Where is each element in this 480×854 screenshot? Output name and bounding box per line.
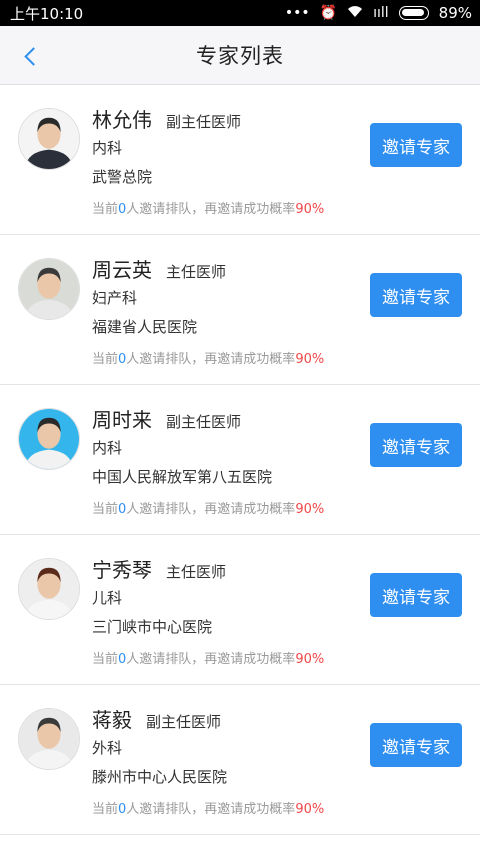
expert-card[interactable]: 林允伟 副主任医师 内科 武警总院 当前0人邀请排队，再邀请成功概率90% 邀请… — [0, 85, 480, 235]
avatar — [18, 108, 80, 170]
chevron-left-icon — [23, 46, 43, 66]
queue-middle: 人邀请排队，再邀请成功概率 — [126, 652, 296, 667]
expert-name: 林允伟 — [92, 108, 152, 132]
battery-percent: 89% — [438, 4, 472, 22]
name-row: 林允伟 副主任医师 — [92, 104, 241, 133]
expert-card[interactable]: 蒋毅 副主任医师 外科 滕州市中心人民医院 当前0人邀请排队，再邀请成功概率90… — [0, 685, 480, 835]
name-row: 周时来 副主任医师 — [92, 404, 241, 433]
avatar — [18, 708, 80, 770]
expert-card[interactable]: 周云英 主任医师 妇产科 福建省人民医院 当前0人邀请排队，再邀请成功概率90%… — [0, 235, 480, 385]
department: 儿科 — [92, 589, 123, 607]
invite-expert-button[interactable]: 邀请专家 — [370, 573, 462, 617]
queue-info: 当前0人邀请排队，再邀请成功概率90% — [92, 348, 324, 367]
page-title: 专家列表 — [196, 44, 284, 68]
expert-name: 蒋毅 — [92, 708, 132, 732]
queue-middle: 人邀请排队，再邀请成功概率 — [126, 502, 296, 517]
hospital: 中国人民解放军第八五医院 — [92, 468, 273, 486]
expert-name: 周云英 — [92, 258, 152, 282]
hospital: 三门峡市中心医院 — [92, 618, 213, 636]
department: 内科 — [92, 439, 123, 457]
expert-title: 主任医师 — [166, 563, 227, 581]
queue-middle: 人邀请排队，再邀请成功概率 — [126, 352, 296, 367]
more-dots-icon: ••• — [284, 5, 310, 21]
status-icons: ••• ⏰ ııll 89% — [285, 4, 472, 22]
expert-name: 周时来 — [92, 408, 152, 432]
queue-info: 当前0人邀请排队，再邀请成功概率90% — [92, 648, 324, 667]
queue-info: 当前0人邀请排队，再邀请成功概率90% — [92, 198, 324, 217]
invite-expert-button[interactable]: 邀请专家 — [370, 123, 462, 167]
name-row: 蒋毅 副主任医师 — [92, 704, 221, 733]
queue-info: 当前0人邀请排队，再邀请成功概率90% — [92, 498, 324, 517]
department: 妇产科 — [92, 289, 138, 307]
avatar — [18, 258, 80, 320]
expert-title: 副主任医师 — [146, 713, 222, 731]
wifi-icon — [347, 5, 363, 21]
department: 内科 — [92, 139, 123, 157]
expert-title: 主任医师 — [166, 263, 227, 281]
success-rate: 90% — [295, 202, 325, 217]
expert-title: 副主任医师 — [166, 413, 242, 431]
queue-prefix: 当前 — [92, 352, 119, 367]
queue-info: 当前0人邀请排队，再邀请成功概率90% — [92, 798, 324, 817]
battery-icon — [398, 6, 429, 20]
name-row: 宁秀琴 主任医师 — [92, 554, 226, 583]
success-rate: 90% — [295, 652, 325, 667]
success-rate: 90% — [295, 502, 325, 517]
expert-name: 宁秀琴 — [92, 558, 152, 582]
avatar — [18, 558, 80, 620]
department: 外科 — [92, 739, 123, 757]
invite-expert-button[interactable]: 邀请专家 — [370, 423, 462, 467]
success-rate: 90% — [295, 802, 325, 817]
hospital: 福建省人民医院 — [92, 318, 198, 336]
success-rate: 90% — [295, 352, 325, 367]
invite-expert-button[interactable]: 邀请专家 — [370, 273, 462, 317]
queue-middle: 人邀请排队，再邀请成功概率 — [126, 802, 296, 817]
queue-prefix: 当前 — [92, 202, 119, 217]
queue-prefix: 当前 — [92, 652, 119, 667]
expert-card[interactable]: 周时来 副主任医师 内科 中国人民解放军第八五医院 当前0人邀请排队，再邀请成功… — [0, 385, 480, 535]
hospital: 武警总院 — [92, 168, 153, 186]
invite-expert-button[interactable]: 邀请专家 — [370, 723, 462, 767]
queue-prefix: 当前 — [92, 502, 119, 517]
status-time: 上午10:10 — [10, 4, 84, 23]
status-bar: 上午10:10 ••• ⏰ ııll 89% — [0, 0, 480, 26]
queue-middle: 人邀请排队，再邀请成功概率 — [126, 202, 296, 217]
signal-icon: ııll — [373, 5, 389, 21]
queue-prefix: 当前 — [92, 802, 119, 817]
expert-title: 副主任医师 — [166, 113, 242, 131]
nav-bar: 专家列表 — [0, 26, 480, 85]
name-row: 周云英 主任医师 — [92, 254, 226, 283]
alarm-icon: ⏰ — [319, 5, 338, 21]
hospital: 滕州市中心人民医院 — [92, 768, 228, 786]
avatar — [18, 408, 80, 470]
expert-card[interactable]: 宁秀琴 主任医师 儿科 三门峡市中心医院 当前0人邀请排队，再邀请成功概率90%… — [0, 535, 480, 685]
expert-list: 林允伟 副主任医师 内科 武警总院 当前0人邀请排队，再邀请成功概率90% 邀请… — [0, 85, 480, 835]
back-button[interactable] — [10, 36, 50, 76]
